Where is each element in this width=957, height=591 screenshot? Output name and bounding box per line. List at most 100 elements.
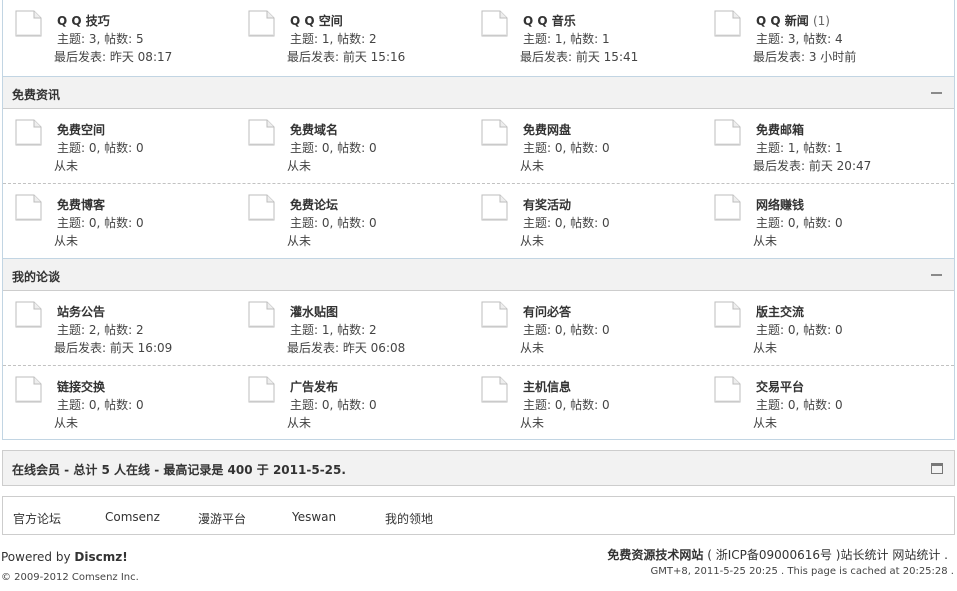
forum-stats: 主题: 0, 帖数: 0 — [290, 216, 377, 230]
forum-category-my-forum: 我的论谈 站务公告 主题: 2, 帖数: 2 最后发表: 前天 16:09 灌水… — [2, 258, 955, 440]
forum-name[interactable]: 版主交流 — [756, 303, 804, 320]
forum-name[interactable]: Q Q 音乐 — [523, 12, 576, 29]
friend-links: 官方论坛 Comsenz 漫游平台 Yeswan 我的领地 — [2, 496, 955, 535]
forum-last-post: 从未 — [54, 416, 79, 430]
forum-stats: 主题: 0, 帖数: 0 — [523, 141, 610, 155]
forum-page-icon — [13, 119, 43, 147]
forum-item[interactable]: 主机信息 主题: 0, 帖数: 0 从未 — [469, 366, 701, 438]
link-official-forum[interactable]: 官方论坛 — [13, 510, 61, 527]
forum-page-icon — [712, 376, 742, 404]
stat-link-1[interactable]: 站长统计 — [840, 548, 888, 562]
forum-item[interactable]: Q Q 空间 主题: 1, 帖数: 2 最后发表: 前天 15:16 — [236, 0, 468, 72]
powered-link[interactable]: Discmz! — [74, 550, 127, 564]
forum-item[interactable]: 免费博客 主题: 0, 帖数: 0 从未 — [3, 184, 235, 256]
forum-stats: 主题: 0, 帖数: 0 — [523, 398, 610, 412]
online-members-text[interactable]: 在线会员 - 总计 5 人在线 - 最高记录是 400 于 2011-5-25. — [12, 461, 346, 478]
forum-name[interactable]: 站务公告 — [57, 303, 105, 320]
forum-last-post: 从未 — [287, 416, 312, 430]
forum-stats: 主题: 0, 帖数: 0 — [290, 141, 377, 155]
forum-name[interactable]: 免费论坛 — [290, 196, 338, 213]
forum-item[interactable]: 版主交流 主题: 0, 帖数: 0 从未 — [702, 291, 934, 363]
forum-item[interactable]: 免费域名 主题: 0, 帖数: 0 从未 — [236, 109, 468, 181]
site-name-link[interactable]: 免费资源技术网站 — [607, 548, 703, 562]
forum-row: Q Q 技巧 主题: 3, 帖数: 5 最后发表: 昨天 08:17 Q Q 空… — [3, 0, 954, 75]
forum-page-icon — [13, 301, 43, 329]
forum-item[interactable]: 有问必答 主题: 0, 帖数: 0 从未 — [469, 291, 701, 363]
forum-name[interactable]: 免费网盘 — [523, 121, 571, 138]
collapse-icon[interactable] — [931, 274, 942, 276]
forum-last-post[interactable]: 最后发表: 前天 16:09 — [54, 339, 172, 356]
window-toggle-icon[interactable] — [931, 463, 943, 474]
category-title[interactable]: 我的论谈 — [12, 268, 60, 285]
forum-name[interactable]: Q Q 新闻 (1) — [756, 12, 830, 29]
forum-page-icon — [479, 119, 509, 147]
forum-name[interactable]: Q Q 技巧 — [57, 12, 110, 29]
forum-item[interactable]: 交易平台 主题: 0, 帖数: 0 从未 — [702, 366, 934, 438]
link-comsenz[interactable]: Comsenz — [105, 510, 160, 524]
forum-name[interactable]: 网络赚钱 — [756, 196, 804, 213]
forum-page-icon — [246, 194, 276, 222]
footer: Powered by Discmz! © 2009-2012 Comsenz I… — [0, 540, 957, 591]
forum-row: 站务公告 主题: 2, 帖数: 2 最后发表: 前天 16:09 灌水贴图 主题… — [3, 291, 954, 366]
forum-last-post[interactable]: 最后发表: 昨天 08:17 — [54, 48, 172, 65]
forum-last-post[interactable]: 最后发表: 前天 20:47 — [753, 157, 871, 174]
forum-item[interactable]: 有奖活动 主题: 0, 帖数: 0 从未 — [469, 184, 701, 256]
site-info: 免费资源技术网站 ( 浙ICP备09000616号 )站长统计 网站统计 . — [607, 546, 948, 563]
forum-last-post: 从未 — [520, 159, 545, 173]
link-my-domain[interactable]: 我的领地 — [385, 510, 433, 527]
icp-link[interactable]: ( 浙ICP备09000616号 ) — [707, 548, 840, 562]
forum-last-post: 从未 — [753, 416, 778, 430]
powered-prefix: Powered by — [1, 550, 75, 564]
forum-name[interactable]: 免费域名 — [290, 121, 338, 138]
forum-item[interactable]: 广告发布 主题: 0, 帖数: 0 从未 — [236, 366, 468, 438]
forum-last-post: 从未 — [520, 234, 545, 248]
forum-last-post: 从未 — [753, 234, 778, 248]
forum-name[interactable]: 有问必答 — [523, 303, 571, 320]
category-title[interactable]: 免费资讯 — [12, 86, 60, 103]
forum-name[interactable]: 主机信息 — [523, 378, 571, 395]
forum-name[interactable]: 有奖活动 — [523, 196, 571, 213]
forum-item[interactable]: Q Q 音乐 主题: 1, 帖数: 1 最后发表: 前天 15:41 — [469, 0, 701, 72]
forum-name[interactable]: 免费空间 — [57, 121, 105, 138]
forum-item[interactable]: Q Q 新闻 (1) 主题: 3, 帖数: 4 最后发表: 3 小时前 — [702, 0, 934, 72]
forum-item[interactable]: 免费论坛 主题: 0, 帖数: 0 从未 — [236, 184, 468, 256]
forum-name[interactable]: Q Q 空间 — [290, 12, 343, 29]
forum-name[interactable]: 链接交换 — [57, 378, 105, 395]
forum-name[interactable]: 免费博客 — [57, 196, 105, 213]
forum-name[interactable]: 灌水贴图 — [290, 303, 338, 320]
link-manyou[interactable]: 漫游平台 — [198, 510, 246, 527]
forum-last-post[interactable]: 最后发表: 前天 15:16 — [287, 48, 405, 65]
forum-item[interactable]: 免费空间 主题: 0, 帖数: 0 从未 — [3, 109, 235, 181]
powered-by: Powered by Discmz! — [1, 550, 128, 564]
forum-name[interactable]: 交易平台 — [756, 378, 804, 395]
site-dot: . — [944, 548, 948, 562]
forum-page-icon — [712, 10, 742, 38]
forum-stats: 主题: 0, 帖数: 0 — [57, 141, 144, 155]
forum-stats: 主题: 0, 帖数: 0 — [57, 398, 144, 412]
forum-stats: 主题: 2, 帖数: 2 — [57, 323, 144, 337]
forum-page-icon — [13, 10, 43, 38]
forum-last-post[interactable]: 最后发表: 昨天 06:08 — [287, 339, 405, 356]
forum-stats: 主题: 0, 帖数: 0 — [523, 323, 610, 337]
forum-name[interactable]: 免费邮箱 — [756, 121, 804, 138]
collapse-icon[interactable] — [931, 92, 942, 94]
forum-last-post: 从未 — [54, 159, 79, 173]
forum-last-post: 从未 — [520, 416, 545, 430]
forum-item[interactable]: 链接交换 主题: 0, 帖数: 0 从未 — [3, 366, 235, 438]
forum-last-post: 从未 — [753, 341, 778, 355]
forum-last-post[interactable]: 最后发表: 3 小时前 — [753, 48, 856, 65]
forum-name[interactable]: 广告发布 — [290, 378, 338, 395]
forum-item[interactable]: 免费网盘 主题: 0, 帖数: 0 从未 — [469, 109, 701, 181]
link-yeswan[interactable]: Yeswan — [292, 510, 336, 524]
stat-link-2[interactable]: 网站统计 — [892, 548, 940, 562]
forum-item[interactable]: 网络赚钱 主题: 0, 帖数: 0 从未 — [702, 184, 934, 256]
forum-item[interactable]: 免费邮箱 主题: 1, 帖数: 1 最后发表: 前天 20:47 — [702, 109, 934, 181]
forum-row: 免费空间 主题: 0, 帖数: 0 从未 免费域名 主题: 0, 帖数: 0 从… — [3, 109, 954, 184]
forum-page-icon — [246, 10, 276, 38]
forum-stats: 主题: 0, 帖数: 0 — [290, 398, 377, 412]
forum-item[interactable]: Q Q 技巧 主题: 3, 帖数: 5 最后发表: 昨天 08:17 — [3, 0, 235, 72]
forum-last-post[interactable]: 最后发表: 前天 15:41 — [520, 48, 638, 65]
forum-item[interactable]: 灌水贴图 主题: 1, 帖数: 2 最后发表: 昨天 06:08 — [236, 291, 468, 363]
forum-page-icon — [13, 194, 43, 222]
forum-item[interactable]: 站务公告 主题: 2, 帖数: 2 最后发表: 前天 16:09 — [3, 291, 235, 363]
